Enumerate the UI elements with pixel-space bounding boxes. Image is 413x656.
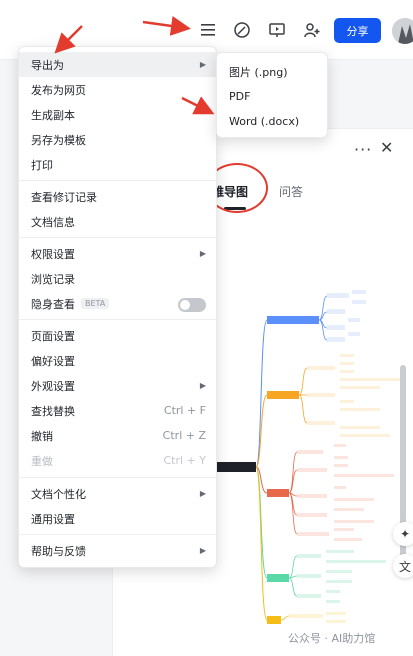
shortcut-label: Ctrl + Y [163, 454, 206, 467]
menu-item-print[interactable]: 打印 [19, 152, 218, 177]
chevron-right-icon: ▶ [199, 546, 206, 555]
menu-item-doc-info[interactable]: 文档信息 [19, 209, 218, 234]
mindmap-branch-node [267, 316, 319, 324]
menu-item-label: 文档信息 [31, 215, 75, 229]
menu-item-label: 导出为 [31, 58, 64, 72]
incognito-toggle[interactable] [178, 298, 206, 312]
watermark: 公众号 · AI助力馆 [288, 632, 376, 645]
menu-item-label: 浏览记录 [31, 272, 75, 286]
shortcut-label: Ctrl + Z [162, 429, 206, 442]
menu-item-label: 文档个性化 [31, 487, 86, 501]
menu-item-permissions[interactable]: 权限设置 ▶ [19, 241, 218, 266]
chevron-right-icon: ▶ [199, 60, 206, 69]
menu-divider [19, 534, 218, 535]
menu-item-label: 发布为网页 [31, 83, 86, 97]
menu-divider [19, 237, 218, 238]
menu-item-appearance[interactable]: 外观设置 ▶ [19, 373, 218, 398]
menu-item-revision-history[interactable]: 查看修订记录 [19, 184, 218, 209]
menu-item-label: 另存为模板 [31, 133, 86, 147]
menu-item-help[interactable]: 帮助与反馈 ▶ [19, 538, 218, 563]
pen-icon[interactable] [230, 18, 254, 42]
menu-item-personalize[interactable]: 文档个性化 ▶ [19, 481, 218, 506]
menu-icon[interactable] [196, 18, 220, 42]
menu-item-label: 外观设置 [31, 379, 75, 393]
menu-divider [19, 319, 218, 320]
mindmap-branch-node [267, 574, 289, 582]
export-submenu: 图片 (.png) PDF Word (.docx) [216, 52, 328, 138]
translate-icon[interactable]: 文 [393, 554, 413, 578]
menu-item-make-copy[interactable]: 生成副本 [19, 102, 218, 127]
present-icon[interactable] [265, 18, 289, 42]
export-pdf[interactable]: PDF [217, 84, 329, 109]
menu-item-incognito[interactable]: 隐身查看 BETA [19, 291, 218, 316]
menu-item-label: 撤销 [31, 429, 53, 443]
menu-item-label: 权限设置 [31, 247, 75, 261]
shortcut-label: Ctrl + F [163, 404, 206, 417]
tab-qa[interactable]: 问答 [279, 183, 303, 200]
menu-item-label: 通用设置 [31, 512, 75, 526]
menu-item-label: 隐身查看 [31, 297, 75, 311]
export-word[interactable]: Word (.docx) [217, 109, 329, 134]
menu-item-label: 生成副本 [31, 108, 75, 122]
menu-item-undo[interactable]: 撤销 Ctrl + Z [19, 423, 218, 448]
mindmap-center-node [212, 462, 256, 472]
menu-item-find-replace[interactable]: 查找替换 Ctrl + F [19, 398, 218, 423]
menu-item-export[interactable]: 导出为 ▶ [19, 52, 218, 77]
menu-item-save-template[interactable]: 另存为模板 [19, 127, 218, 152]
menu-item-redo: 重做 Ctrl + Y [19, 448, 218, 473]
chevron-right-icon: ▶ [199, 489, 206, 498]
menu-divider [19, 180, 218, 181]
beta-badge: BETA [81, 298, 110, 309]
menu-item-preferences[interactable]: 偏好设置 [19, 348, 218, 373]
avatar[interactable] [392, 18, 413, 44]
menu-item-label: 查看修订记录 [31, 190, 97, 204]
menu-item-page-setup[interactable]: 页面设置 [19, 323, 218, 348]
menu-item-publish-web[interactable]: 发布为网页 [19, 77, 218, 102]
chevron-right-icon: ▶ [199, 249, 206, 258]
menu-item-label: 查找替换 [31, 404, 75, 418]
menu-item-general-settings[interactable]: 通用设置 [19, 506, 218, 531]
more-icon[interactable]: ··· [354, 140, 372, 159]
mindmap-branch-node [267, 391, 299, 399]
menu-item-view-history[interactable]: 浏览记录 [19, 266, 218, 291]
add-user-icon[interactable] [300, 18, 324, 42]
sparkle-icon[interactable]: ✦ [393, 522, 413, 546]
more-menu: 导出为 ▶ 发布为网页 生成副本 另存为模板 打印 查看修订记录 文档信息 权限设… [18, 46, 218, 568]
share-button[interactable]: 分享 [334, 18, 381, 43]
mindmap-branch-node [267, 489, 289, 497]
chevron-right-icon: ▶ [199, 381, 206, 390]
close-icon[interactable]: ✕ [380, 138, 393, 157]
menu-item-label: 偏好设置 [31, 354, 75, 368]
menu-item-label: 打印 [31, 158, 53, 172]
menu-item-label: 重做 [31, 454, 53, 468]
mindmap-branch-node [267, 616, 281, 624]
menu-divider [19, 477, 218, 478]
menu-item-label: 页面设置 [31, 329, 75, 343]
menu-item-label: 帮助与反馈 [31, 544, 86, 558]
export-png[interactable]: 图片 (.png) [217, 59, 329, 84]
